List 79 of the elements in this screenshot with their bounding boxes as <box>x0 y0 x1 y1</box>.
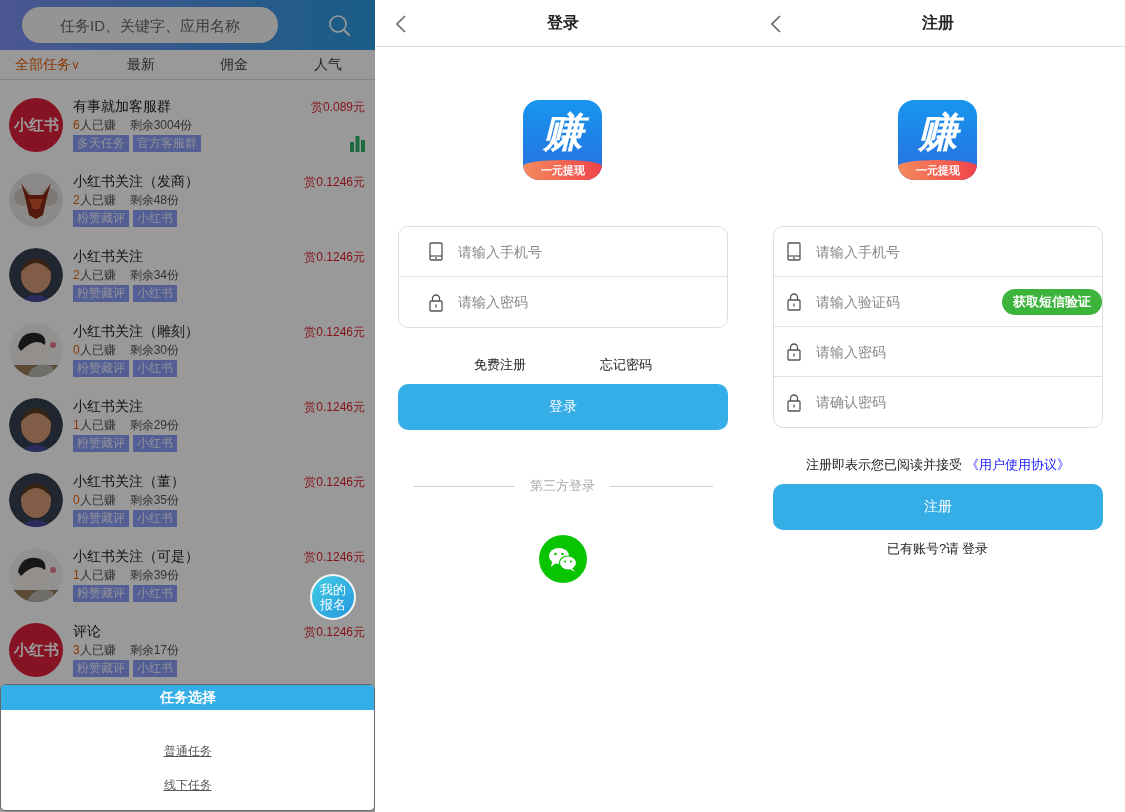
search-icon[interactable] <box>328 14 350 36</box>
task-title: 小红书关注（发商） <box>73 172 200 190</box>
lock-icon <box>786 342 801 361</box>
page-title: 登录 <box>546 12 579 33</box>
earned-count: 0人已赚 <box>73 492 116 509</box>
tab[interactable]: 全部任务v <box>0 50 94 79</box>
tag: 粉赞藏评 <box>73 660 129 677</box>
task-title: 小红书关注 <box>73 397 144 415</box>
agreement-link[interactable]: 《用户使用协议》 <box>965 456 1070 474</box>
reward-amount: 赏0.1246元 <box>304 624 365 641</box>
search-field[interactable]: 任务ID、关键字、应用名称 <box>22 7 278 43</box>
page-title: 注册 <box>921 12 954 33</box>
lock-icon <box>428 292 443 312</box>
lock-icon <box>786 292 801 311</box>
back-icon[interactable] <box>396 15 406 33</box>
lock-icon <box>786 392 801 412</box>
app-logo: 赚 一元提现 <box>523 100 602 180</box>
remaining-count: 剩余34份 <box>129 267 180 284</box>
task-title: 小红书关注（可是） <box>73 547 200 565</box>
divider-label: 第三方登录 <box>530 477 595 495</box>
earned-count: 2人已赚 <box>73 192 116 209</box>
earned-count: 1人已赚 <box>73 567 116 584</box>
earned-count: 3人已赚 <box>73 642 116 659</box>
reward-amount: 赏0.1246元 <box>304 399 365 416</box>
remaining-count: 剩余29份 <box>129 417 180 434</box>
phone-icon <box>786 242 801 261</box>
back-icon[interactable] <box>771 15 781 33</box>
reward-amount: 赏0.1246元 <box>304 174 365 191</box>
task-title: 评论 <box>73 622 102 640</box>
tag: 小红书 <box>133 210 177 227</box>
reward-amount: 赏0.1246元 <box>304 549 365 566</box>
tag: 小红书 <box>133 510 177 527</box>
bar-chart-icon[interactable] <box>350 136 365 152</box>
task-title: 小红书关注（董） <box>73 472 186 490</box>
text-link[interactable]: 忘记密码 <box>597 356 654 374</box>
reward-amount: 赏0.089元 <box>310 99 365 116</box>
task-title: 有事就加客服群 <box>73 97 172 115</box>
tag: 多天任务 <box>73 135 129 152</box>
agreement-text: 注册即表示您已阅读并接受 <box>805 456 962 474</box>
reward-amount: 赏0.1246元 <box>304 324 365 341</box>
tag: 粉赞藏评 <box>73 435 129 452</box>
tag: 粉赞藏评 <box>73 285 129 302</box>
sheet-title: 任务选择 <box>1 685 374 710</box>
wechat-icon[interactable] <box>538 535 587 583</box>
tag: 小红书 <box>133 660 177 677</box>
remaining-count: 剩余30份 <box>129 342 180 359</box>
brand-avatar: 小红书 <box>9 98 63 152</box>
phone-icon <box>428 242 443 261</box>
earned-count: 0人已赚 <box>73 342 116 359</box>
earned-count: 1人已赚 <box>73 417 116 434</box>
tag: 小红书 <box>133 285 177 302</box>
task-title: 小红书关注（雕刻） <box>73 322 200 340</box>
option-link[interactable]: 普通任务 <box>163 743 212 760</box>
tag: 粉赞藏评 <box>73 510 129 527</box>
tag: 粉赞藏评 <box>73 585 129 602</box>
remaining-count: 剩余48份 <box>129 192 180 209</box>
tab[interactable]: 人气 <box>281 50 375 79</box>
tag: 粉赞藏评 <box>73 210 129 227</box>
app-logo: 赚 一元提现 <box>898 100 977 180</box>
tab[interactable]: 最新 <box>93 50 188 79</box>
reward-amount: 赏0.1246元 <box>304 249 365 266</box>
earned-count: 2人已赚 <box>73 267 116 284</box>
remaining-count: 剩余39份 <box>129 567 180 584</box>
remaining-count: 剩余17份 <box>129 642 180 659</box>
tag: 小红书 <box>133 360 177 377</box>
reward-amount: 赏0.1246元 <box>304 474 365 491</box>
tag: 小红书 <box>133 585 177 602</box>
earned-count: 6人已赚 <box>73 117 116 134</box>
text-link[interactable]: 免费注册 <box>471 356 528 374</box>
login-prompt: 已有账号?请 <box>886 540 960 558</box>
remaining-count: 剩余3004份 <box>129 117 193 134</box>
option-link[interactable]: 线下任务 <box>163 777 212 794</box>
tag: 小红书 <box>133 435 177 452</box>
tag: 粉赞藏评 <box>73 360 129 377</box>
task-title: 小红书关注 <box>73 247 144 265</box>
tab[interactable]: 佣金 <box>187 50 282 79</box>
remaining-count: 剩余35份 <box>129 492 180 509</box>
brand-avatar: 小红书 <box>9 623 63 677</box>
login-link[interactable]: 登录 <box>962 540 989 558</box>
